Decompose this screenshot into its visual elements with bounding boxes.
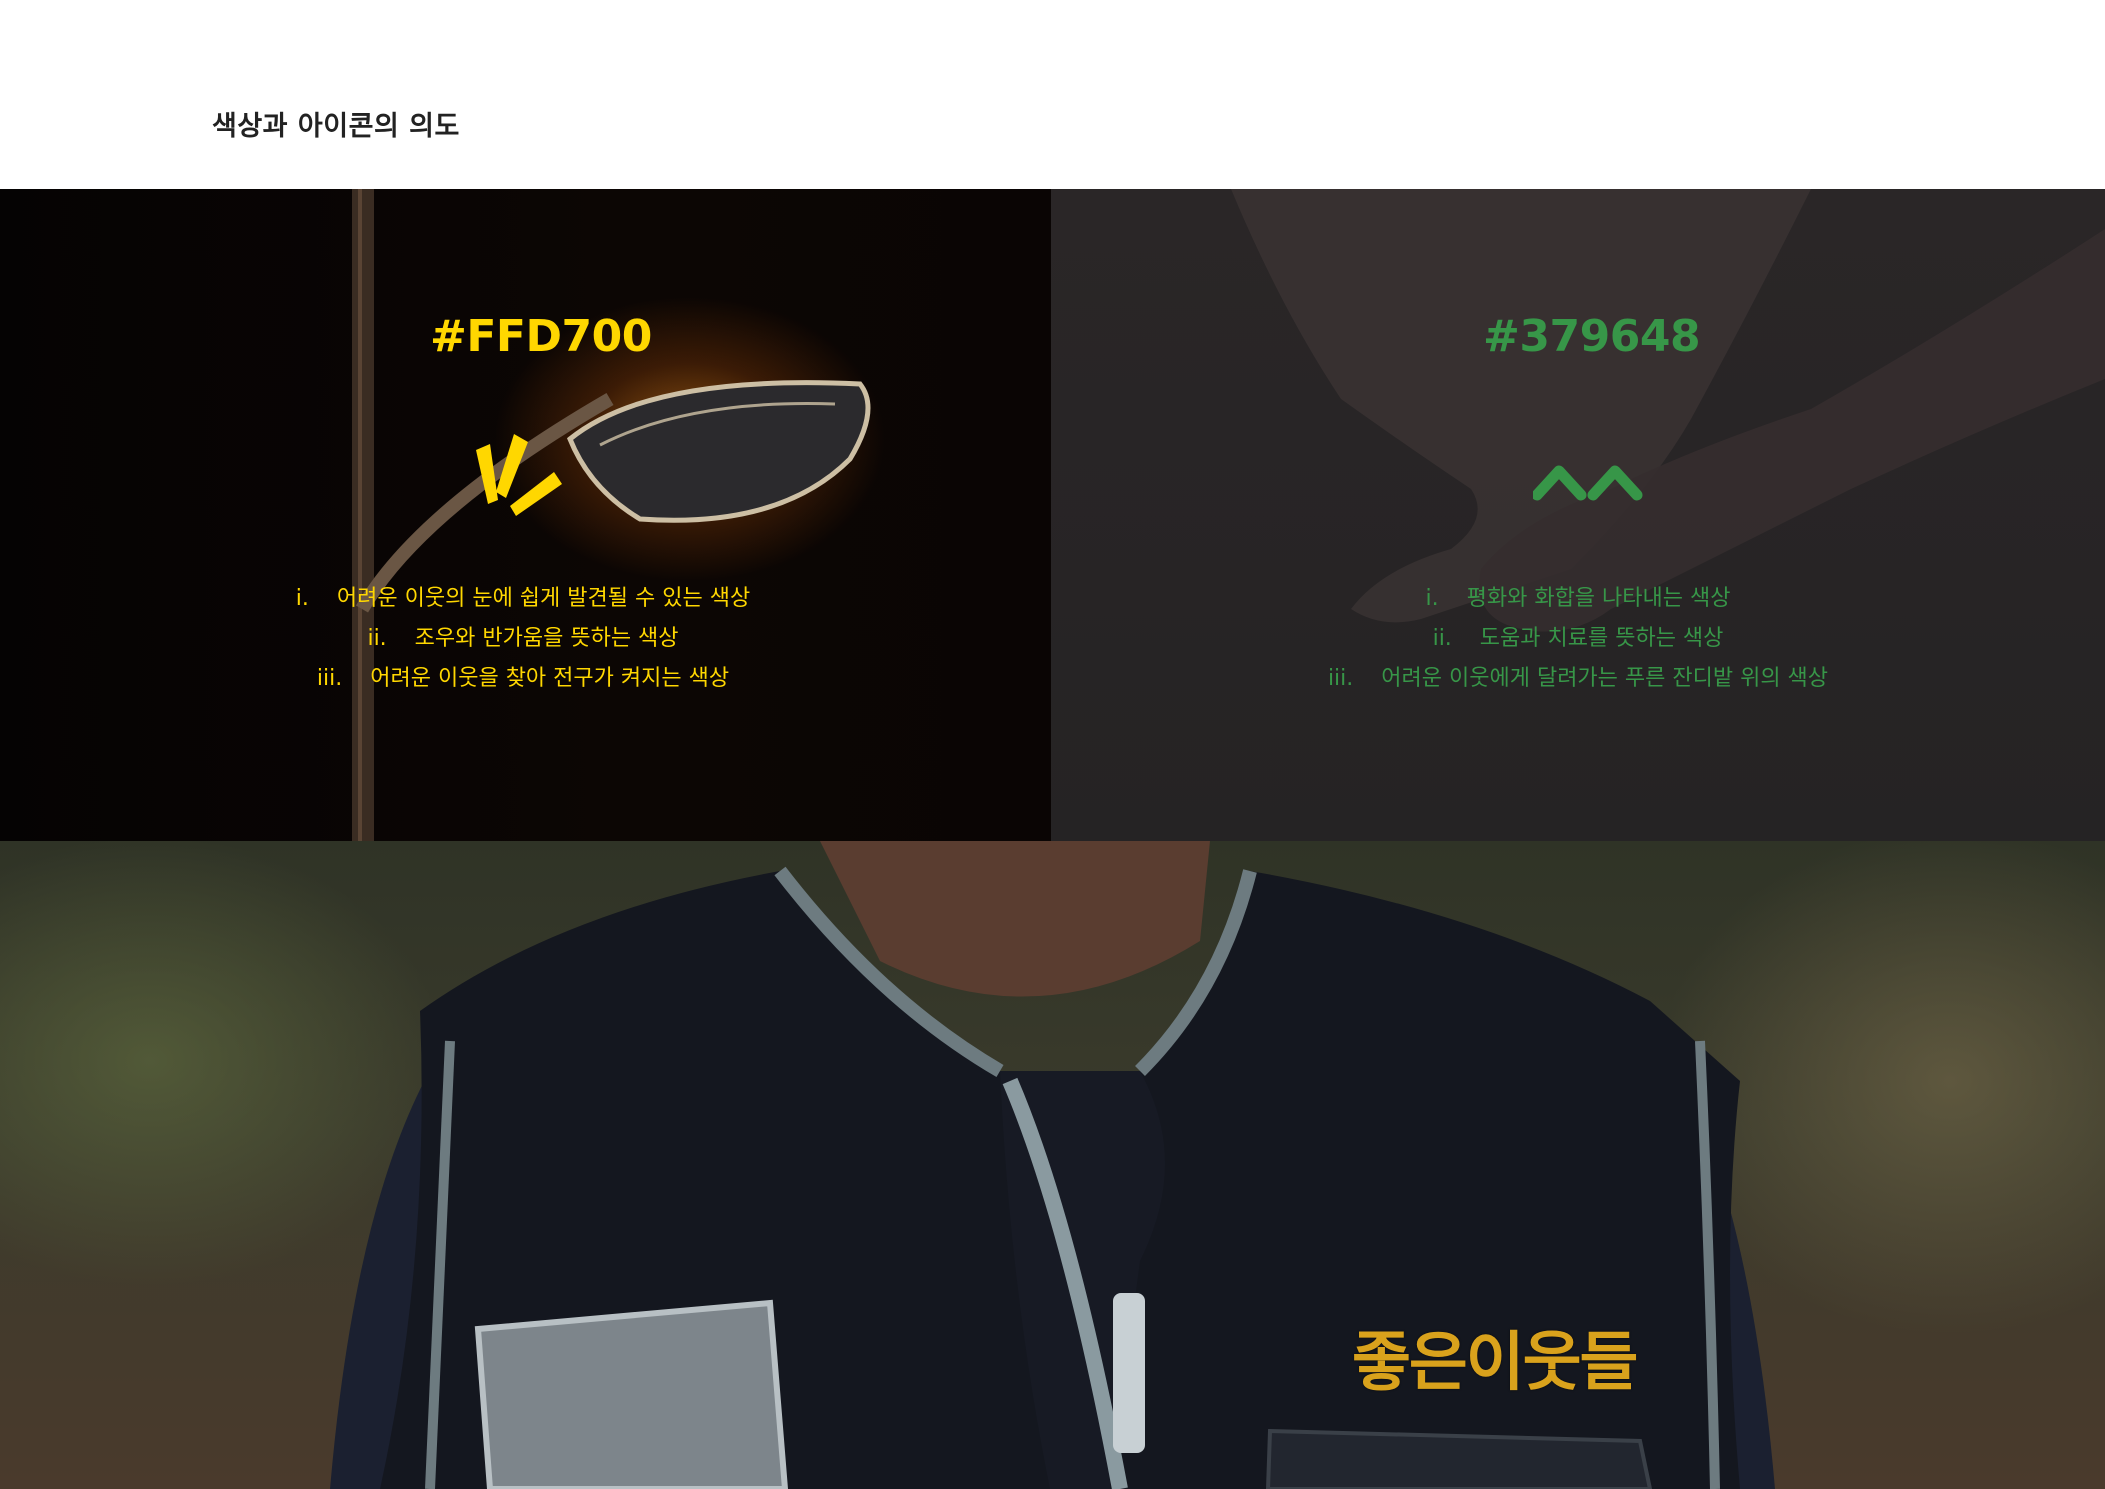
green-hex-label: #379648	[1483, 311, 1701, 362]
item-text: 도움과 치료를 뜻하는 색상	[1479, 626, 1724, 651]
list-item: ii. 조우와 반가움을 뜻하는 색상	[73, 619, 973, 659]
item-text: 조우와 반가움을 뜻하는 색상	[414, 626, 679, 651]
item-number: ii.	[367, 626, 387, 651]
item-number: i.	[295, 586, 309, 611]
green-description-list: i. 평화와 화합을 나타내는 색상 ii. 도움과 치료를 뜻하는 색상 iii.…	[1128, 579, 2028, 699]
item-text: 어려운 이웃을 찾아 전구가 켜지는 색상	[370, 666, 730, 691]
yellow-color-panel: #FFD700 i. 어려운 이웃의 눈에 쉽게 발견될 수 있는 색상 ii. 조…	[0, 189, 1051, 841]
vest-illustration	[330, 841, 1775, 1489]
double-chevron-up-icon	[1533, 465, 1643, 501]
holding-hands-illustration	[1231, 189, 2105, 632]
list-item: iii. 어려운 이웃을 찾아 전구가 켜지는 색상	[73, 659, 973, 699]
item-number: i.	[1425, 586, 1439, 611]
yellow-description-list: i. 어려운 이웃의 눈에 쉽게 발견될 수 있는 색상 ii. 조우와 반가움을 …	[73, 579, 973, 699]
item-text: 어려운 이웃에게 달려가는 푸른 잔디밭 위의 색상	[1381, 666, 1829, 691]
yellow-hex-label: #FFD700	[430, 311, 652, 362]
list-item: iii. 어려운 이웃에게 달려가는 푸른 잔디밭 위의 색상	[1128, 659, 2028, 699]
item-text: 어려운 이웃의 눈에 쉽게 발견될 수 있는 색상	[336, 586, 751, 611]
list-item: i. 평화와 화합을 나타내는 색상	[1128, 579, 2028, 619]
header: 색상과 아이콘의 의도	[0, 0, 2105, 189]
item-number: ii.	[1432, 626, 1452, 651]
green-color-panel: #379648 i. 평화와 화합을 나타내는 색상 ii. 도움과 치료를 뜻하는…	[1051, 189, 2105, 841]
item-number: iii.	[1327, 666, 1354, 691]
list-item: ii. 도움과 치료를 뜻하는 색상	[1128, 619, 2028, 659]
item-number: iii.	[316, 666, 343, 691]
list-item: i. 어려운 이웃의 눈에 쉽게 발견될 수 있는 색상	[73, 579, 973, 619]
vest-photo: 좋은이웃들	[0, 841, 2105, 1489]
vest-embroidery-text: 좋은이웃들	[1352, 1326, 1638, 1400]
item-text: 평화와 화합을 나타내는 색상	[1466, 586, 1731, 611]
sparkle-rays-icon	[476, 434, 562, 516]
page-title: 색상과 아이콘의 의도	[212, 111, 460, 142]
